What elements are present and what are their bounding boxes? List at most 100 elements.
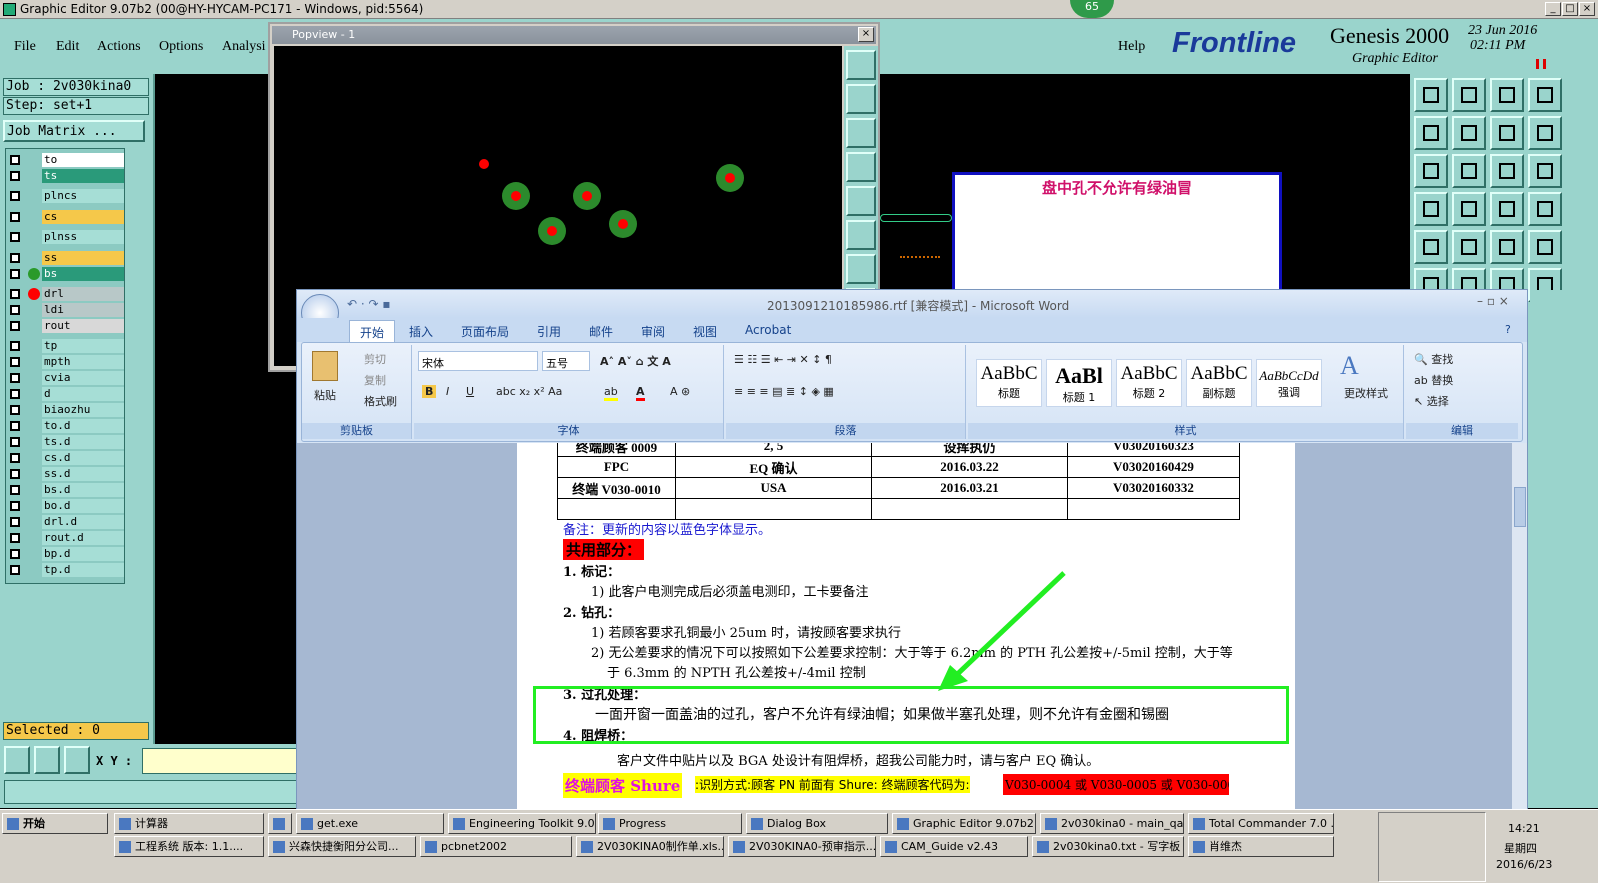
tool-button[interactable] <box>1490 192 1524 226</box>
tab-home[interactable]: 开始 <box>349 320 396 344</box>
tab-references[interactable]: 引用 <box>537 323 561 340</box>
xy-input[interactable] <box>142 748 302 774</box>
popview-tool-button[interactable] <box>846 254 876 284</box>
tool-button[interactable] <box>1452 78 1486 112</box>
layer-checkbox[interactable] <box>10 517 20 527</box>
layer-row-biaozhu[interactable]: biaozhu <box>8 403 124 417</box>
tool-button[interactable] <box>1528 230 1562 264</box>
taskbar-item[interactable]: 兴森快捷衡阳分公司... <box>268 836 416 857</box>
layer-checkbox[interactable] <box>10 437 20 447</box>
taskbar-item[interactable]: 2v030kina0 - main_qa <box>1040 813 1184 834</box>
tool-button[interactable] <box>1452 116 1486 150</box>
bold-button[interactable]: B <box>422 385 437 398</box>
tool-button[interactable] <box>1528 78 1562 112</box>
format-painter-button[interactable]: 格式刷 <box>364 393 397 409</box>
tab-page-layout[interactable]: 页面布局 <box>461 323 509 340</box>
align-buttons[interactable]: ≡ ≡ ≡ ▤ ≣ ↕ ◈ ▦ <box>734 385 834 398</box>
menu-help[interactable]: Help <box>1118 39 1145 55</box>
layer-checkbox[interactable] <box>10 565 20 575</box>
layer-row-to[interactable]: to <box>8 153 124 167</box>
paste-button[interactable]: 粘贴 <box>314 387 336 403</box>
change-styles-button[interactable]: 更改样式 <box>1344 385 1388 401</box>
popview-tool-button[interactable] <box>846 186 876 216</box>
tool-button[interactable] <box>1490 116 1524 150</box>
tab-acrobat[interactable]: Acrobat <box>745 323 791 337</box>
layer-row-rout[interactable]: rout <box>8 319 124 333</box>
taskbar-item[interactable]: 2V030KINA0-预审指示... <box>728 836 876 857</box>
layer-row-bs-d[interactable]: bs.d <box>8 483 124 497</box>
tool-button[interactable] <box>1528 154 1562 188</box>
tool-button[interactable] <box>1490 78 1524 112</box>
taskbar-item[interactable]: pcbnet2002 <box>420 836 572 857</box>
menu-analysis[interactable]: Analysi <box>222 39 266 55</box>
layer-checkbox[interactable] <box>10 253 20 263</box>
taskbar-item[interactable]: Total Commander 7.0 ... <box>1188 813 1334 834</box>
popview-tool-button[interactable] <box>846 152 876 182</box>
layer-checkbox[interactable] <box>10 421 20 431</box>
taskbar-item[interactable]: Engineering Toolkit 9.0... <box>448 813 596 834</box>
taskbar-item[interactable]: 2v030kina0.txt - 写字板 <box>1032 836 1184 857</box>
layer-checkbox[interactable] <box>10 232 20 242</box>
layer-row-rout-d[interactable]: rout.d <box>8 531 124 545</box>
font-size-select[interactable]: 五号 <box>542 351 590 371</box>
layer-checkbox[interactable] <box>10 469 20 479</box>
layer-checkbox[interactable] <box>10 155 20 165</box>
layer-checkbox[interactable] <box>10 171 20 181</box>
style-heading2[interactable]: AaBbC 标题 2 <box>1116 359 1182 407</box>
layer-row-ts[interactable]: ts <box>8 169 124 183</box>
scroll-thumb[interactable] <box>1514 487 1526 527</box>
tool-button[interactable] <box>1414 116 1448 150</box>
layer-checkbox[interactable] <box>10 357 20 367</box>
tab-mailings[interactable]: 邮件 <box>589 323 613 340</box>
taskbar-item[interactable]: 计算器 <box>114 813 264 834</box>
replace-button[interactable]: ab 替换 <box>1414 372 1453 388</box>
layer-row-mpth[interactable]: mpth <box>8 355 124 369</box>
maximize-button[interactable]: □ <box>1562 2 1578 16</box>
tool-button[interactable] <box>1414 192 1448 226</box>
tab-insert[interactable]: 插入 <box>409 323 433 340</box>
layer-checkbox[interactable] <box>10 405 20 415</box>
taskbar-item[interactable]: Dialog Box <box>746 813 888 834</box>
layer-row-ldi[interactable]: ldi <box>8 303 124 317</box>
popview-close-button[interactable]: × <box>858 27 874 42</box>
layer-row-drl[interactable]: drl <box>8 287 124 301</box>
close-button[interactable]: × <box>1579 2 1595 16</box>
layer-checkbox[interactable] <box>10 549 20 559</box>
layer-row-cs-d[interactable]: cs.d <box>8 451 124 465</box>
layer-row-plnss[interactable]: plnss <box>8 230 124 244</box>
popview-tool-button[interactable] <box>846 84 876 114</box>
layer-row-tp[interactable]: tp <box>8 339 124 353</box>
layer-checkbox[interactable] <box>10 341 20 351</box>
layer-row-ss[interactable]: ss <box>8 251 124 265</box>
layer-checkbox[interactable] <box>10 289 20 299</box>
taskbar-item[interactable]: 肖维杰 <box>1188 836 1334 857</box>
style-heading1[interactable]: AaBl 标题 1 <box>1046 359 1112 407</box>
layer-row-cs[interactable]: cs <box>8 210 124 224</box>
select-button[interactable]: ↖ 选择 <box>1414 393 1449 409</box>
tool-button[interactable] <box>1452 192 1486 226</box>
taskbar-item[interactable]: CAM_Guide v2.43 <box>880 836 1028 857</box>
layer-row-ts-d[interactable]: ts.d <box>8 435 124 449</box>
grid-tool-button[interactable] <box>64 746 90 774</box>
layer-checkbox[interactable] <box>10 533 20 543</box>
style-title[interactable]: AaBbC 标题 <box>976 359 1042 407</box>
job-matrix-button[interactable]: Job Matrix ... <box>3 120 145 142</box>
style-subtitle[interactable]: AaBbC 副标题 <box>1186 359 1252 407</box>
document-page[interactable]: 终端顾客 0009 2, 5 设挥执仍 V03020160323 FPC EQ 确认 201… <box>517 443 1295 809</box>
tool-button[interactable] <box>1528 116 1562 150</box>
help-icon[interactable]: ? <box>1505 323 1511 336</box>
layer-row-bo-d[interactable]: bo.d <box>8 499 124 513</box>
zoom-tool-button[interactable] <box>4 746 30 774</box>
layer-row-to-d[interactable]: to.d <box>8 419 124 433</box>
layer-row-plncs[interactable]: plncs <box>8 189 124 203</box>
menu-options[interactable]: Options <box>159 39 203 55</box>
measure-tool-button[interactable] <box>34 746 60 774</box>
tool-button[interactable] <box>1452 154 1486 188</box>
tool-button[interactable] <box>1490 230 1524 264</box>
vertical-scrollbar[interactable] <box>1511 443 1527 809</box>
tool-button[interactable] <box>1490 154 1524 188</box>
menu-file[interactable]: File <box>14 39 36 55</box>
minimize-button[interactable]: _ <box>1545 2 1561 16</box>
layer-row-cvia[interactable]: cvia <box>8 371 124 385</box>
layer-row-bs[interactable]: bs <box>8 267 124 281</box>
